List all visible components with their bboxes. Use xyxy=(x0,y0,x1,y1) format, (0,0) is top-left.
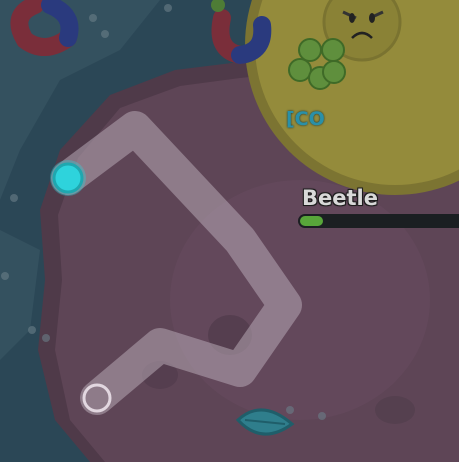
enemy-health-fill xyxy=(300,216,324,226)
game-canvas xyxy=(0,0,459,462)
land-rock xyxy=(375,396,415,424)
game-world[interactable]: [CO Beetle xyxy=(0,0,459,462)
player-cell-icon[interactable] xyxy=(50,160,86,196)
enemy-health-bar xyxy=(298,214,459,228)
enemy-name: Beetle xyxy=(302,186,378,210)
clan-tag: [CO xyxy=(286,108,325,130)
